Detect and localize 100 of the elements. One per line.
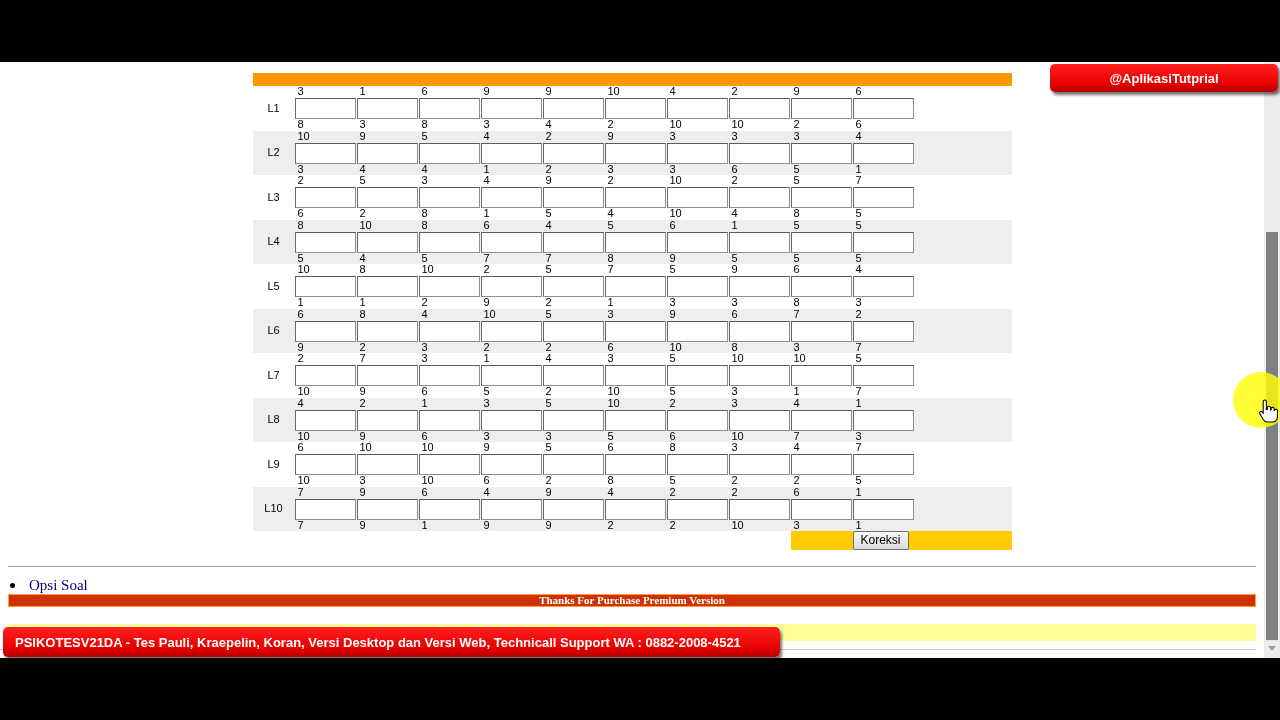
answer-field[interactable] xyxy=(604,365,666,386)
answer-field[interactable] xyxy=(356,365,418,386)
answer-field[interactable] xyxy=(604,409,666,431)
answer-field[interactable] xyxy=(728,454,790,475)
answer-field[interactable] xyxy=(852,454,914,475)
answer-field[interactable] xyxy=(852,98,914,119)
answer-field[interactable] xyxy=(480,454,542,475)
answer-field[interactable] xyxy=(356,276,418,297)
answer-field[interactable] xyxy=(852,187,914,208)
answer-field[interactable] xyxy=(418,498,480,520)
answer-field[interactable] xyxy=(728,276,790,297)
answer-field[interactable] xyxy=(294,454,356,475)
answer-field[interactable] xyxy=(480,320,542,342)
answer-field[interactable] xyxy=(294,320,356,342)
answer-field[interactable] xyxy=(480,187,542,208)
answer-field[interactable] xyxy=(604,98,666,119)
answer-field[interactable] xyxy=(604,276,666,297)
answer-field[interactable] xyxy=(790,409,852,431)
answer-field[interactable] xyxy=(542,98,604,119)
answer-field[interactable] xyxy=(728,365,790,386)
answer-field[interactable] xyxy=(852,365,914,386)
answer-field[interactable] xyxy=(666,231,728,253)
answer-field[interactable] xyxy=(790,365,852,386)
answer-field[interactable] xyxy=(666,142,728,164)
answer-field[interactable] xyxy=(852,231,914,253)
answer-field[interactable] xyxy=(790,454,852,475)
answer-field[interactable] xyxy=(542,187,604,208)
answer-field[interactable] xyxy=(604,142,666,164)
submit-button[interactable]: Koreksi xyxy=(852,531,909,550)
answer-field[interactable] xyxy=(418,276,480,297)
answer-field[interactable] xyxy=(356,320,418,342)
answer-field[interactable] xyxy=(790,276,852,297)
answer-field[interactable] xyxy=(666,187,728,208)
answer-field[interactable] xyxy=(852,320,914,342)
answer-field[interactable] xyxy=(542,142,604,164)
answer-field[interactable] xyxy=(480,365,542,386)
answer-field[interactable] xyxy=(790,231,852,253)
answer-field[interactable] xyxy=(542,409,604,431)
answer-field[interactable] xyxy=(418,142,480,164)
answer-field[interactable] xyxy=(294,276,356,297)
answer-field[interactable] xyxy=(790,98,852,119)
answer-field[interactable] xyxy=(356,98,418,119)
answer-field[interactable] xyxy=(542,276,604,297)
answer-field[interactable] xyxy=(728,498,790,520)
answer-field[interactable] xyxy=(852,276,914,297)
answer-field[interactable] xyxy=(356,187,418,208)
answer-field[interactable] xyxy=(728,320,790,342)
answer-field[interactable] xyxy=(852,409,914,431)
answer-field[interactable] xyxy=(542,231,604,253)
answer-field[interactable] xyxy=(356,231,418,253)
answer-field[interactable] xyxy=(666,276,728,297)
answer-field[interactable] xyxy=(294,365,356,386)
answer-field[interactable] xyxy=(480,142,542,164)
answer-field[interactable] xyxy=(666,454,728,475)
answer-field[interactable] xyxy=(356,454,418,475)
answer-field[interactable] xyxy=(418,365,480,386)
answer-field[interactable] xyxy=(480,276,542,297)
answer-field[interactable] xyxy=(790,142,852,164)
menu-link[interactable]: Opsi Soal xyxy=(29,577,88,593)
answer-field[interactable] xyxy=(666,365,728,386)
answer-field[interactable] xyxy=(790,498,852,520)
answer-field[interactable] xyxy=(418,320,480,342)
answer-field[interactable] xyxy=(542,498,604,520)
answer-field[interactable] xyxy=(418,409,480,431)
answer-field[interactable] xyxy=(418,231,480,253)
answer-field[interactable] xyxy=(666,409,728,431)
answer-field[interactable] xyxy=(790,320,852,342)
answer-field[interactable] xyxy=(418,454,480,475)
answer-field[interactable] xyxy=(790,187,852,208)
answer-field[interactable] xyxy=(294,98,356,119)
answer-field[interactable] xyxy=(728,98,790,119)
answer-field[interactable] xyxy=(294,142,356,164)
answer-field[interactable] xyxy=(480,231,542,253)
answer-field[interactable] xyxy=(728,142,790,164)
answer-field[interactable] xyxy=(666,498,728,520)
answer-field[interactable] xyxy=(728,187,790,208)
answer-field[interactable] xyxy=(294,231,356,253)
answer-field[interactable] xyxy=(604,498,666,520)
answer-field[interactable] xyxy=(542,320,604,342)
answer-field[interactable] xyxy=(480,409,542,431)
answer-field[interactable] xyxy=(294,498,356,520)
answer-field[interactable] xyxy=(356,409,418,431)
answer-field[interactable] xyxy=(480,498,542,520)
answer-field[interactable] xyxy=(294,409,356,431)
answer-field[interactable] xyxy=(728,231,790,253)
answer-field[interactable] xyxy=(542,454,604,475)
answer-field[interactable] xyxy=(852,142,914,164)
answer-field[interactable] xyxy=(604,454,666,475)
answer-field[interactable] xyxy=(418,187,480,208)
answer-field[interactable] xyxy=(604,231,666,253)
answer-field[interactable] xyxy=(356,142,418,164)
answer-field[interactable] xyxy=(418,98,480,119)
answer-field[interactable] xyxy=(604,187,666,208)
answer-field[interactable] xyxy=(666,98,728,119)
answer-field[interactable] xyxy=(480,98,542,119)
answer-field[interactable] xyxy=(728,409,790,431)
answer-field[interactable] xyxy=(542,365,604,386)
answer-field[interactable] xyxy=(604,320,666,342)
answer-field[interactable] xyxy=(852,498,914,520)
answer-field[interactable] xyxy=(666,320,728,342)
